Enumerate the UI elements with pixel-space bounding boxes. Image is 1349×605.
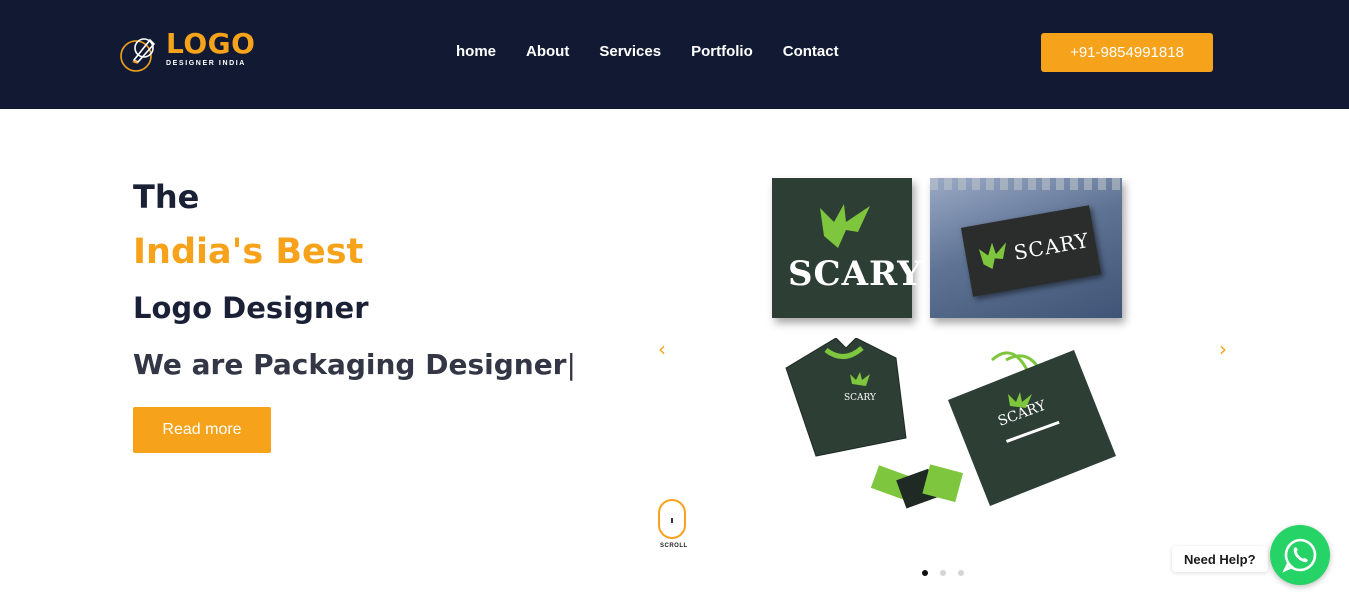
hang-tags-mockup [870, 464, 964, 509]
site-logo[interactable]: LOGO DESIGNER INDIA [118, 30, 255, 74]
hero-typed-line: We are Packaging Designer| [133, 348, 576, 381]
main-nav: home About Services Portfolio Contact [456, 42, 839, 62]
slider-pagination [922, 570, 964, 576]
leather-tag: SCARY [960, 205, 1102, 297]
need-help-label[interactable]: Need Help? [1172, 546, 1268, 572]
shopping-bag-mockup: SCARY [948, 350, 1116, 506]
slider-next-chevron-right-icon[interactable]: › [1219, 339, 1227, 359]
slider-dot-2[interactable] [940, 570, 946, 576]
whatsapp-button[interactable] [1270, 525, 1330, 585]
nav-services[interactable]: Services [599, 42, 661, 62]
hero-line-best: India's Best [133, 232, 364, 272]
logo-tagline: DESIGNER INDIA [166, 60, 246, 67]
whatsapp-icon [1282, 538, 1317, 573]
scroll-mouse-icon[interactable] [658, 499, 686, 539]
brand-name-tag: SCARY [1012, 227, 1092, 265]
jeans-stitching [930, 178, 1122, 190]
logo-wordmark: LOGO [166, 27, 256, 60]
jeans-tag-card: SCARY [930, 178, 1122, 318]
nav-portfolio[interactable]: Portfolio [691, 42, 753, 62]
nav-home[interactable]: home [456, 42, 496, 62]
read-more-button[interactable]: Read more [133, 407, 271, 453]
nav-about[interactable]: About [526, 42, 569, 62]
tshirt-mockup: SCARY [785, 338, 907, 457]
wolf-mark-icon [978, 242, 1007, 269]
wolf-mark-icon [820, 204, 870, 248]
scroll-wheel [671, 518, 673, 523]
site-header: LOGO DESIGNER INDIA home About Services … [0, 0, 1349, 109]
slider-image-scary-branding: SCARY SCARY SCARY SCARY [760, 170, 1140, 530]
typed-prefix: We are [133, 348, 244, 381]
typed-word: Packaging Designer [253, 348, 567, 381]
hero-line-the: The [133, 178, 200, 216]
hero-line-logo-designer: Logo Designer [133, 291, 369, 325]
logo-brush-icon [118, 30, 162, 74]
tshirt-brand: SCARY [844, 393, 877, 403]
slider-dot-1[interactable] [922, 570, 928, 576]
phone-button[interactable]: +91-9854991818 [1041, 33, 1213, 72]
typing-cursor: | [566, 348, 576, 381]
slider-prev-chevron-left-icon[interactable]: ‹ [658, 339, 666, 359]
scroll-label: SCROLL [660, 543, 688, 549]
brand-name: SCARY [788, 254, 923, 294]
slider-dot-3[interactable] [958, 570, 964, 576]
nav-contact[interactable]: Contact [783, 42, 839, 62]
scary-logo-card: SCARY [772, 178, 921, 318]
